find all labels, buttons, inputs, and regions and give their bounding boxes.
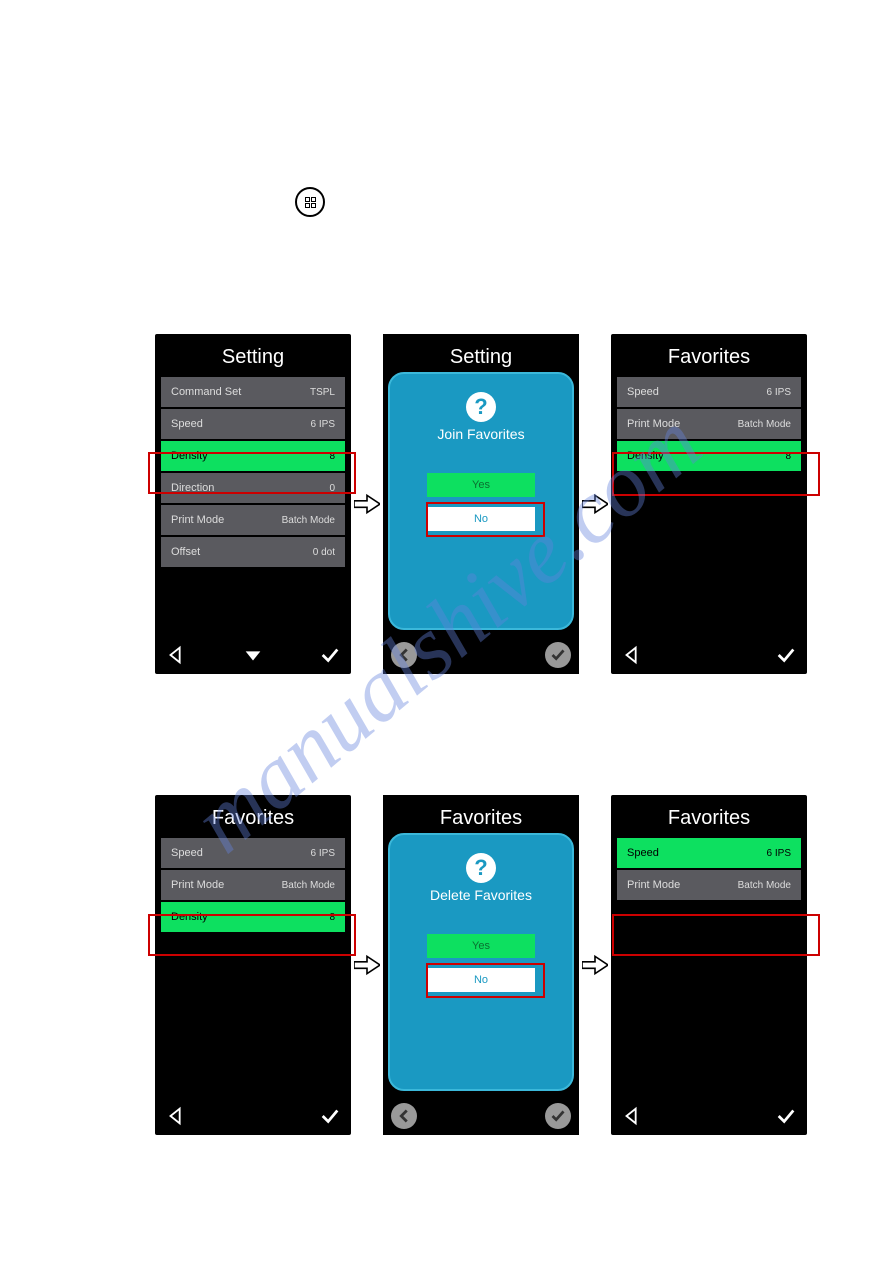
- list-item-speed[interactable]: Speed6 IPS: [161, 409, 345, 439]
- setting-list: Command SetTSPL Speed6 IPS Density8 Dire…: [155, 377, 351, 567]
- list-item-print-mode[interactable]: Print ModeBatch Mode: [617, 870, 801, 900]
- back-button[interactable]: [391, 1103, 417, 1129]
- screen-favorites-after-delete: Favorites Speed6 IPS Print ModeBatch Mod…: [611, 795, 807, 1135]
- list-item-print-mode[interactable]: Print ModeBatch Mode: [617, 409, 801, 439]
- dialog-prompt: Delete Favorites: [430, 887, 532, 903]
- flow-row-delete: Favorites Speed6 IPS Print ModeBatch Mod…: [155, 795, 807, 1135]
- confirm-button[interactable]: [545, 642, 571, 668]
- arrow-right-icon: [353, 489, 381, 519]
- back-button[interactable]: [619, 1103, 645, 1129]
- back-button[interactable]: [163, 1103, 189, 1129]
- back-button[interactable]: [163, 642, 189, 668]
- no-button[interactable]: No: [426, 506, 536, 532]
- screen-join-dialog: Setting ? Join Favorites Yes No: [383, 334, 579, 674]
- list-item-speed[interactable]: Speed6 IPS: [617, 838, 801, 868]
- empty-slot: [617, 902, 801, 936]
- page-title: Favorites: [611, 795, 807, 838]
- page-title: Favorites: [155, 795, 351, 838]
- yes-button[interactable]: Yes: [426, 933, 536, 959]
- flow-row-join: Setting Command SetTSPL Speed6 IPS Densi…: [155, 334, 807, 674]
- dialog-panel: ? Join Favorites Yes No: [388, 372, 574, 630]
- list-item-density[interactable]: Density8: [161, 441, 345, 471]
- dialog-panel: ? Delete Favorites Yes No: [388, 833, 574, 1091]
- list-item-direction[interactable]: Direction0: [161, 473, 345, 503]
- favorites-list: Speed6 IPS Print ModeBatch Mode Density8: [155, 838, 351, 932]
- yes-button[interactable]: Yes: [426, 472, 536, 498]
- list-item-command-set[interactable]: Command SetTSPL: [161, 377, 345, 407]
- down-button[interactable]: [240, 642, 266, 668]
- confirm-button[interactable]: [317, 642, 343, 668]
- question-icon: ?: [466, 853, 496, 883]
- screen-favorites-result: Favorites Speed6 IPS Print ModeBatch Mod…: [611, 334, 807, 674]
- confirm-button[interactable]: [773, 642, 799, 668]
- page-title: Favorites: [611, 334, 807, 377]
- list-item-speed[interactable]: Speed6 IPS: [617, 377, 801, 407]
- screen-setting-list: Setting Command SetTSPL Speed6 IPS Densi…: [155, 334, 351, 674]
- page-title: Favorites: [383, 795, 579, 838]
- screen-delete-dialog: Favorites ? Delete Favorites Yes No: [383, 795, 579, 1135]
- no-button[interactable]: No: [426, 967, 536, 993]
- question-icon: ?: [466, 392, 496, 422]
- back-button[interactable]: [619, 642, 645, 668]
- dialog-prompt: Join Favorites: [437, 426, 524, 442]
- arrow-right-icon: [353, 950, 381, 980]
- back-button[interactable]: [391, 642, 417, 668]
- list-item-density[interactable]: Density8: [161, 902, 345, 932]
- list-item-print-mode[interactable]: Print ModeBatch Mode: [161, 505, 345, 535]
- page-title: Setting: [383, 334, 579, 377]
- confirm-button[interactable]: [317, 1103, 343, 1129]
- list-item-offset[interactable]: Offset0 dot: [161, 537, 345, 567]
- arrow-right-icon: [581, 950, 609, 980]
- screen-favorites-list: Favorites Speed6 IPS Print ModeBatch Mod…: [155, 795, 351, 1135]
- favorites-list: Speed6 IPS Print ModeBatch Mode Density8: [611, 377, 807, 471]
- list-item-density[interactable]: Density8: [617, 441, 801, 471]
- arrow-right-icon: [581, 489, 609, 519]
- confirm-button[interactable]: [545, 1103, 571, 1129]
- list-item-print-mode[interactable]: Print ModeBatch Mode: [161, 870, 345, 900]
- menu-button-icon: [295, 187, 325, 217]
- list-item-speed[interactable]: Speed6 IPS: [161, 838, 345, 868]
- confirm-button[interactable]: [773, 1103, 799, 1129]
- page-title: Setting: [155, 334, 351, 377]
- favorites-list: Speed6 IPS Print ModeBatch Mode: [611, 838, 807, 936]
